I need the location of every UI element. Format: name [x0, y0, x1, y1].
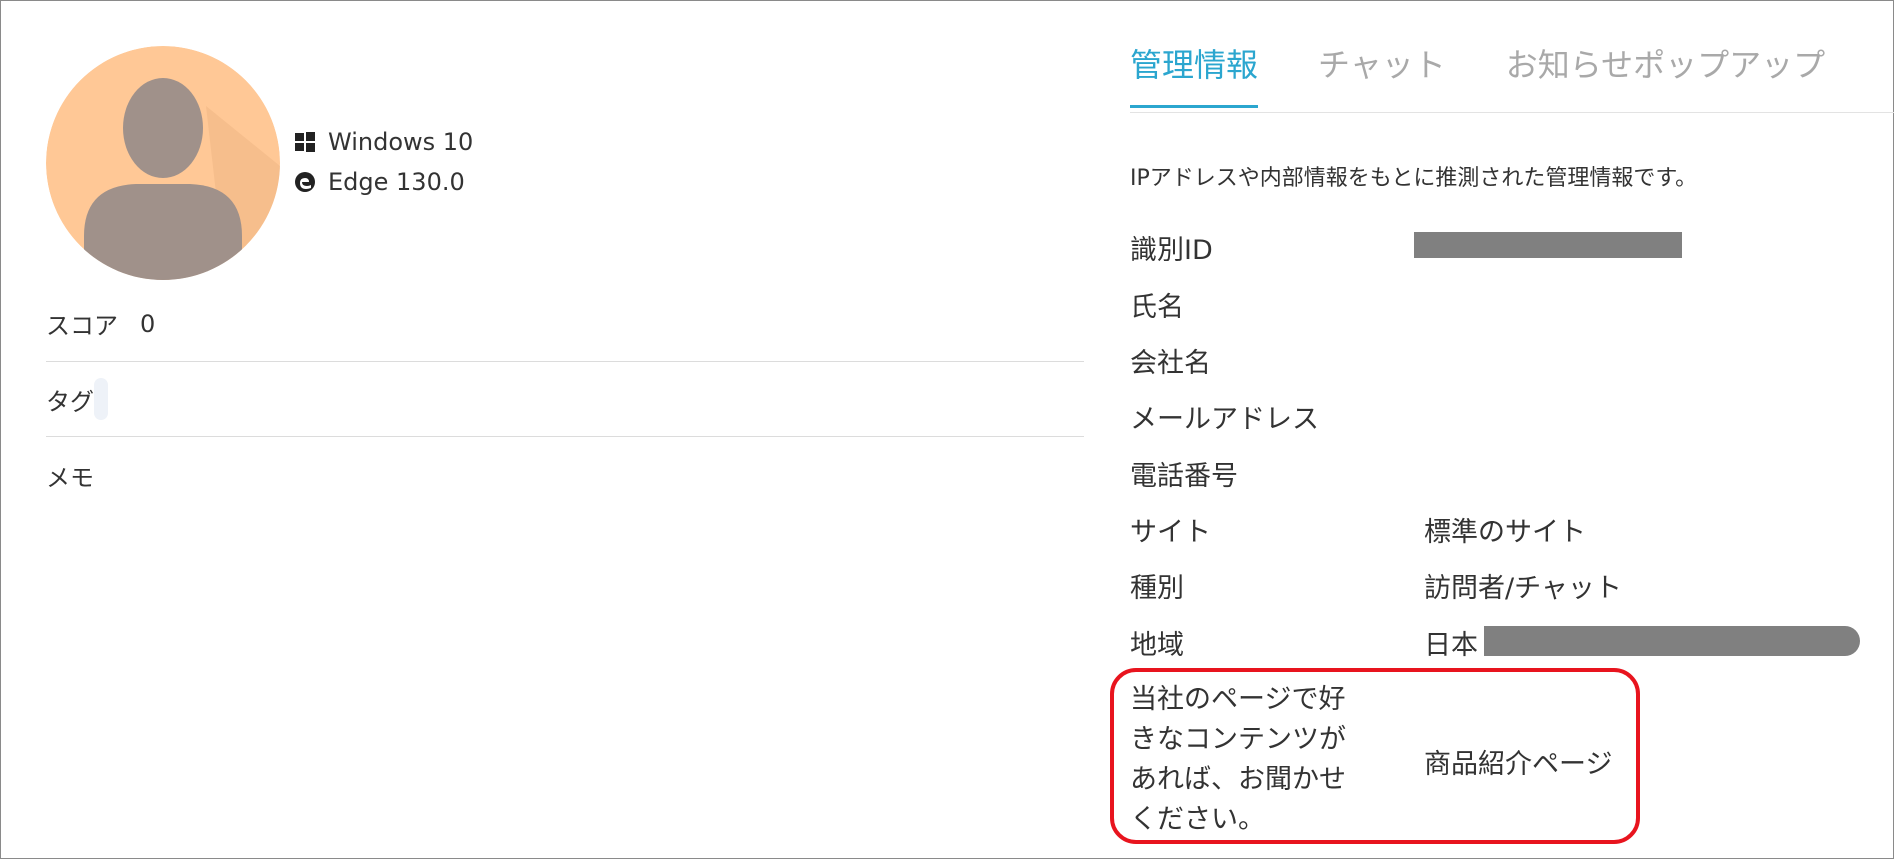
survey-question: 当社のページで好きなコンテンツがあれば、お聞かせください。	[1130, 684, 1346, 835]
tag-label: タグ	[46, 388, 94, 416]
info-label-name: 氏名	[1130, 292, 1184, 323]
tab-underline	[1130, 112, 1894, 113]
score-value: 0	[140, 310, 156, 338]
info-label-region: 地域	[1130, 630, 1184, 661]
memo-label[interactable]: メモ	[46, 458, 94, 493]
divider	[46, 436, 1084, 437]
info-description: IPアドレスや内部情報をもとに推測された管理情報です。	[1130, 166, 1698, 191]
info-label-type: 種別	[1130, 573, 1184, 604]
divider	[46, 361, 1084, 362]
tab-management-info[interactable]: 管理情報	[1130, 40, 1259, 108]
info-label-email: メールアドレス	[1130, 404, 1319, 435]
browser-name: Edge 130.0	[328, 168, 465, 196]
score-label: スコア	[46, 312, 118, 340]
info-value-region: 日本	[1424, 630, 1478, 661]
tab-bar: 管理情報 チャット お知らせポップアップ	[1130, 40, 1825, 108]
tab-chat[interactable]: チャット	[1318, 40, 1446, 108]
os-info: Windows 10	[294, 128, 473, 156]
tab-notification-popup[interactable]: お知らせポップアップ	[1506, 40, 1825, 108]
windows-icon	[294, 131, 316, 153]
edge-icon	[294, 171, 316, 193]
browser-info: Edge 130.0	[294, 168, 465, 196]
info-value-type: 訪問者/チャット	[1424, 573, 1622, 604]
survey-answer: 商品紹介ページ	[1424, 749, 1613, 780]
avatar	[46, 46, 280, 280]
os-name: Windows 10	[328, 128, 474, 156]
info-label-company: 会社名	[1130, 348, 1211, 379]
info-label-site: サイト	[1130, 517, 1211, 548]
redacted-id	[1414, 232, 1682, 258]
info-value-site: 標準のサイト	[1424, 517, 1586, 548]
info-label-phone: 電話番号	[1130, 461, 1238, 492]
tag-input[interactable]	[94, 378, 108, 420]
redacted-region	[1484, 626, 1860, 656]
info-label-id: 識別ID	[1130, 235, 1213, 266]
